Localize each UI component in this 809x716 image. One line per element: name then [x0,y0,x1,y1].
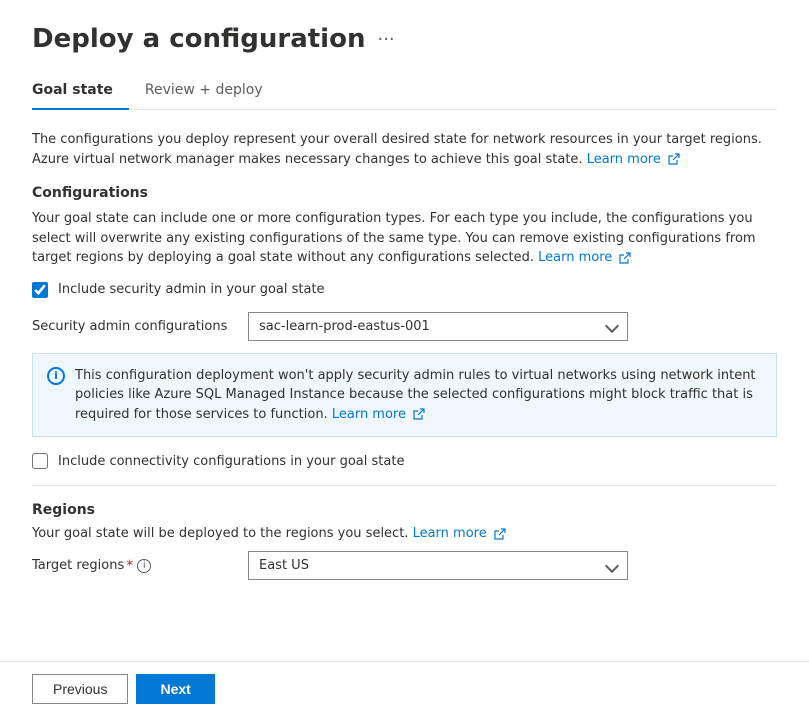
target-regions-field-row: Target regions * i East US [32,551,777,580]
next-button[interactable]: Next [136,674,214,704]
security-admin-field-row: Security admin configurations sac-learn-… [32,312,777,341]
page-header: Deploy a configuration ··· [32,24,777,54]
info-box: i This configuration deployment won't ap… [32,353,777,438]
info-icon: i [47,367,65,385]
regions-section: Regions Your goal state will be deployed… [32,502,777,580]
security-admin-checkbox-row: Include security admin in your goal stat… [32,282,777,298]
section-divider [32,485,777,486]
connectivity-checkbox-row: Include connectivity configurations in y… [32,453,777,469]
configurations-learn-more-link[interactable]: Learn more [538,250,631,265]
external-link-icon [668,153,680,165]
target-regions-info-icon[interactable]: i [137,559,151,573]
regions-learn-more-link[interactable]: Learn more [413,526,506,541]
more-options-icon[interactable]: ··· [377,29,394,50]
external-link-icon-2 [619,252,631,264]
security-admin-checkbox[interactable] [32,282,48,298]
connectivity-checkbox[interactable] [32,453,48,469]
connectivity-checkbox-label[interactable]: Include connectivity configurations in y… [58,454,404,469]
intro-learn-more-link[interactable]: Learn more [587,152,680,167]
target-regions-chevron-icon [605,558,619,572]
info-learn-more-link[interactable]: Learn more [332,407,425,422]
external-link-icon-4 [494,528,506,540]
required-asterisk: * [126,558,133,574]
security-admin-dropdown[interactable]: sac-learn-prod-eastus-001 [248,312,628,341]
regions-description: Your goal state will be deployed to the … [32,526,777,541]
tab-review-deploy[interactable]: Review + deploy [145,74,279,110]
footer-bar: Previous Next [0,661,809,716]
target-regions-value: East US [259,558,599,573]
target-regions-dropdown[interactable]: East US [248,551,628,580]
previous-button[interactable]: Previous [32,674,128,704]
info-box-text: This configuration deployment won't appl… [75,366,762,425]
tabs-container: Goal state Review + deploy [32,74,777,110]
configurations-description: Your goal state can include one or more … [32,209,777,268]
target-regions-label: Target regions [32,558,124,573]
intro-description: The configurations you deploy represent … [32,130,777,169]
tab-goal-state[interactable]: Goal state [32,74,129,110]
configurations-title: Configurations [32,185,777,201]
security-admin-dropdown-value: sac-learn-prod-eastus-001 [259,319,599,334]
page-title: Deploy a configuration [32,24,365,54]
chevron-down-icon [605,319,619,333]
configurations-section: Configurations Your goal state can inclu… [32,185,777,469]
external-link-icon-3 [413,408,425,420]
regions-title: Regions [32,502,777,518]
security-admin-field-label: Security admin configurations [32,319,232,334]
security-admin-checkbox-label[interactable]: Include security admin in your goal stat… [58,282,325,297]
